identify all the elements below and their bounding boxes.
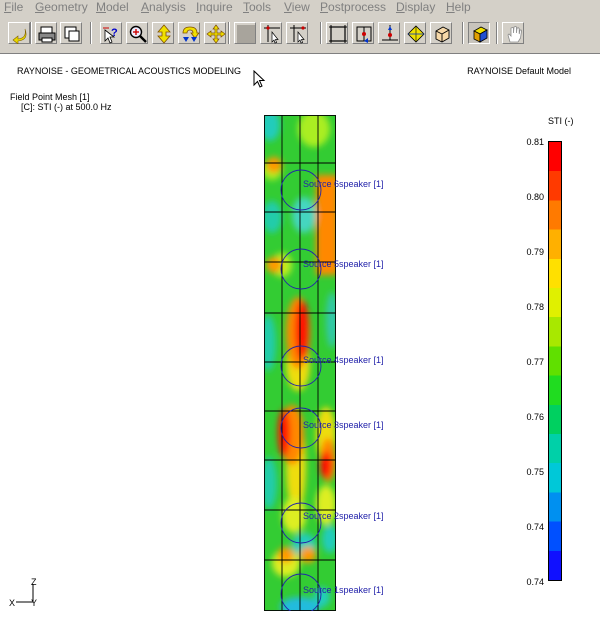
hand-button[interactable] (502, 22, 524, 44)
toolbar-separator (30, 22, 32, 44)
axis-z-label: Z (31, 577, 37, 587)
wireframe-box-button[interactable] (430, 22, 452, 44)
menu-help[interactable]: Help (446, 0, 471, 14)
blank-button[interactable] (234, 22, 256, 44)
element-pick-icon (382, 25, 398, 41)
toolbar: ? (0, 14, 600, 54)
fit-view-button[interactable] (326, 22, 348, 44)
copy-window-button[interactable] (60, 22, 82, 44)
legend-label: 0.81 (526, 137, 544, 147)
legend-label: 0.78 (526, 302, 544, 312)
legend-label: 0.75 (526, 467, 544, 477)
menu-display[interactable]: Display (396, 0, 435, 14)
source-4-label: Source 4speaker [1] (303, 355, 384, 365)
query-button[interactable]: ? (100, 22, 122, 44)
result-label: [C]: STI (-) at 500.0 Hz (21, 102, 112, 112)
copy-window-icon (64, 26, 80, 42)
pick-button[interactable] (260, 22, 282, 44)
rotate-button[interactable] (178, 22, 200, 44)
crosshair-remove-icon (290, 25, 306, 44)
pick-node-button[interactable] (352, 22, 374, 44)
vertical-arrows-icon (157, 24, 171, 44)
toolbar-separator (462, 22, 464, 44)
menu-analysis[interactable]: Analysis (141, 0, 186, 14)
shaded-box-button[interactable] (468, 22, 490, 44)
menu-file[interactable]: File (4, 0, 23, 14)
pick-vertex-button[interactable] (404, 22, 426, 44)
menu-inquire[interactable]: Inquire (196, 0, 233, 14)
wire-box-icon (435, 26, 450, 43)
four-way-arrows-icon (206, 24, 226, 44)
pan-vertical-button[interactable] (152, 22, 174, 44)
hand-icon (507, 26, 522, 43)
blank-square-icon (237, 25, 255, 43)
source-6-label: Source 6speaker [1] (303, 179, 384, 189)
menu-geometry[interactable]: Geometry (35, 0, 88, 14)
undo-button[interactable] (8, 22, 30, 44)
undo-arrow-icon (12, 28, 27, 44)
pick-element-button[interactable] (378, 22, 400, 44)
node-pick-icon (356, 26, 372, 43)
shaded-box-icon (473, 26, 488, 43)
source-5-label: Source 5speaker [1] (303, 259, 384, 269)
pan-button[interactable] (204, 22, 226, 44)
print-button[interactable] (35, 22, 57, 44)
toolbar-separator (228, 22, 230, 44)
source-3-label: Source 3speaker [1] (303, 420, 384, 430)
printer-icon (38, 26, 56, 43)
query-cursor-icon: ? (103, 27, 118, 44)
toolbar-separator (90, 22, 92, 44)
axis-y-label: Y (31, 598, 38, 608)
frame-fit-icon (329, 25, 347, 43)
legend-title: STI (-) (548, 116, 574, 126)
legend-label: 0.77 (526, 357, 544, 367)
legend-label: 0.79 (526, 247, 544, 257)
legend-label: 0.74 (526, 522, 544, 532)
legend-label: 0.80 (526, 192, 544, 202)
crosshair-pick-icon (264, 25, 280, 44)
menu-view[interactable]: View (284, 0, 310, 14)
rotate-arrow-icon (182, 26, 200, 42)
toolbar-separator (496, 22, 498, 44)
menu-postprocess[interactable]: Postprocess (320, 0, 386, 14)
source-2-label: Source 2speaker [1] (303, 511, 384, 521)
menu-bar: File Geometry Model Analysis Inquire Tools Vie… (0, 0, 600, 14)
toolbar-separator (320, 22, 322, 44)
menu-model[interactable]: Model (96, 0, 129, 14)
legend-label: 0.76 (526, 412, 544, 422)
legend-label: 0.74 (526, 577, 544, 587)
model-name: RAYNOISE Default Model (467, 66, 571, 76)
mesh-label: Field Point Mesh [1] (10, 92, 90, 102)
vertex-pick-icon (407, 25, 425, 43)
source-1-label: Source 1speaker [1] (303, 585, 384, 595)
app-title: RAYNOISE - GEOMETRICAL ACOUSTICS MODELIN… (17, 66, 242, 76)
zoom-button[interactable] (126, 22, 148, 44)
menu-tools[interactable]: Tools (243, 0, 271, 14)
color-legend-bar (548, 141, 562, 581)
axis-x-label: X (9, 598, 16, 608)
mouse-cursor-icon (253, 70, 266, 88)
magnifier-icon (129, 25, 147, 43)
pick-remove-button[interactable] (286, 22, 308, 44)
